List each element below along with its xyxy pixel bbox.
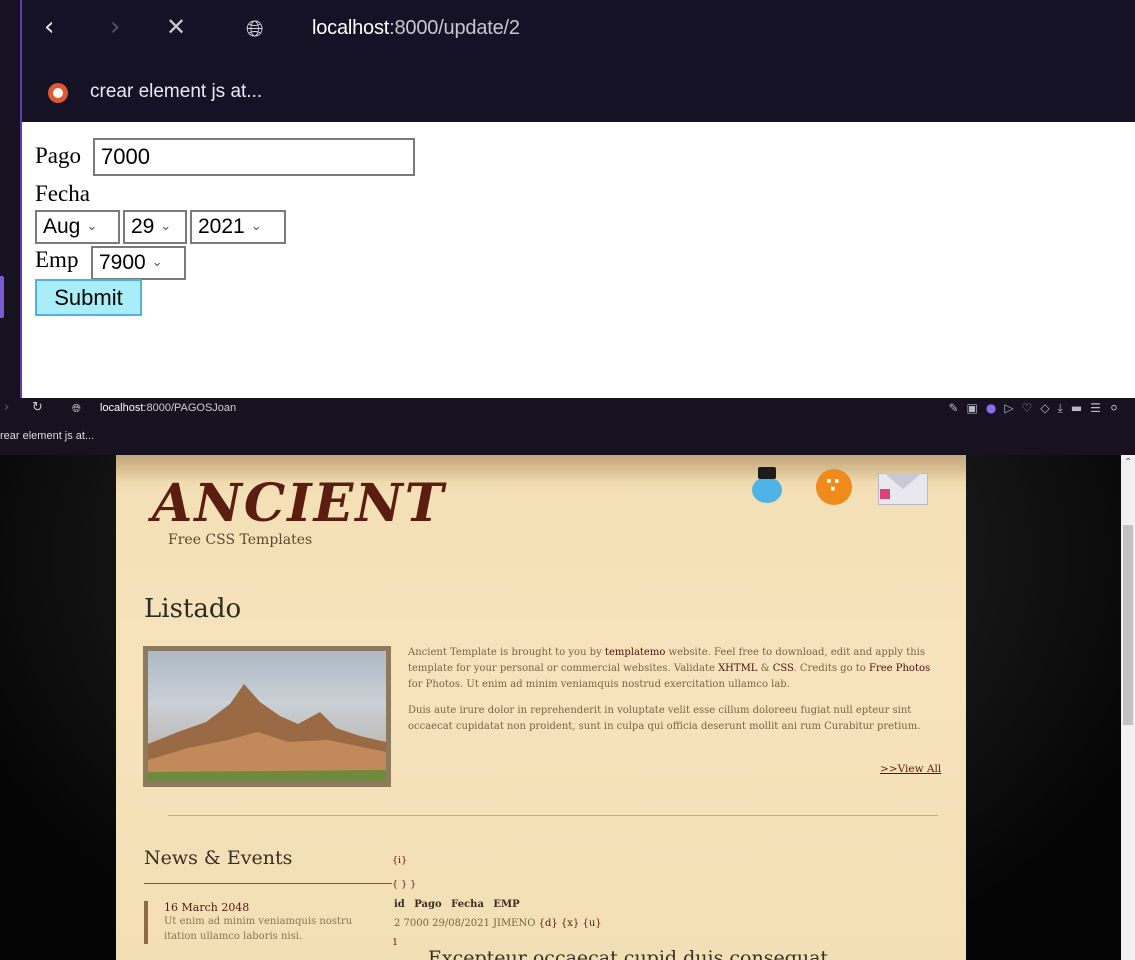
bookmarks-bar: rear element js at... (0, 420, 1135, 455)
url-path: :8000/update/2 (389, 17, 520, 39)
emp-value: 7900 (99, 251, 146, 274)
site-tagline: Free CSS Templates (168, 532, 313, 548)
news-text: Ut enim ad minim veniamquis nostru itati… (164, 916, 353, 942)
extension-icons[interactable]: ✎▣●▷♡◇⤓▬☰⚪ (948, 401, 1127, 416)
template-tag: {i} (392, 855, 408, 866)
top-browser-window: ‹ › ✕ 🌐︎ localhost:8000/update/2 crear e… (0, 0, 1135, 398)
column-header: Fecha (451, 899, 484, 910)
templatemo-link[interactable]: templatemo (605, 647, 665, 658)
pago-label: Pago (35, 143, 81, 168)
forward-icon[interactable]: › (110, 12, 120, 42)
address-bar[interactable]: localhost:8000/update/2 (312, 17, 520, 40)
column-header: id (394, 899, 405, 910)
template-braces: { } } (392, 879, 417, 890)
scroll-up-icon[interactable]: ⌃ (1124, 457, 1132, 468)
table-row: 2 7000 29/08/2021 JIMENO {d} {x} {u} (394, 918, 602, 929)
back-icon[interactable]: ‹ (44, 12, 54, 42)
intro-paragraph-2: Duis aute irure dolor in reprehenderit i… (408, 705, 921, 732)
duckduckgo-icon (48, 83, 68, 103)
day-value: 29 (131, 215, 155, 238)
vertical-scrollbar[interactable]: ⌃ (1121, 455, 1135, 960)
row-tags: {d} {x} {u} (538, 918, 602, 929)
forward-icon[interactable]: › (4, 400, 9, 415)
mountain-photo (143, 646, 391, 787)
month-value: Aug (43, 215, 81, 238)
intro-text: Ancient Template is brought to you by te… (408, 645, 938, 745)
pago-row: Pago (35, 142, 81, 170)
css-link[interactable]: CSS (773, 663, 794, 674)
day-select[interactable]: 29 ⌄ (123, 210, 187, 244)
address-bar[interactable]: localhost:8000/PAGOSJoan (100, 402, 236, 414)
url-path: :8000/PAGOSJoan (143, 402, 237, 414)
sidebar-strip (0, 0, 22, 398)
parchment-content: ANCIENT Free CSS Templates ∵ Listado Anc… (116, 455, 966, 960)
globe-icon: 🌐︎ (72, 402, 81, 415)
year-value: 2021 (198, 215, 245, 238)
close-icon[interactable]: ✕ (166, 12, 186, 42)
bookmark-item[interactable]: rear element js at... (0, 430, 94, 442)
mail-icon[interactable] (878, 467, 930, 505)
view-all-link[interactable]: >>View All (880, 763, 941, 775)
section-heading: Excepteur occaecat cupid duis consequat (428, 947, 829, 960)
xhtml-link[interactable]: XHTML (718, 663, 757, 674)
emp-label: Emp (35, 247, 79, 272)
bottom-browser-window: › ↻ 🌐︎ localhost:8000/PAGOSJoan ✎▣●▷♡◇⤓▬… (0, 398, 1135, 960)
intro-paragraph-1: Ancient Template is brought to you by te… (408, 647, 931, 690)
bookmark-item[interactable]: crear element js at... (90, 81, 262, 103)
row-values: 2 7000 29/08/2021 JIMENO (394, 918, 536, 929)
emp-row: Emp (35, 246, 78, 274)
fecha-row: Fecha (35, 180, 90, 208)
chevron-down-icon: ⌄ (250, 219, 262, 234)
submit-button[interactable]: Submit (35, 279, 142, 316)
news-heading: News & Events (144, 847, 293, 869)
month-select[interactable]: Aug ⌄ (35, 210, 120, 244)
page-title: Listado (144, 594, 242, 624)
column-header: EMP (493, 899, 520, 910)
emp-select[interactable]: 7900 ⌄ (91, 246, 186, 280)
scrollbar-thumb[interactable] (1123, 525, 1133, 725)
row-next: 1 (392, 937, 399, 948)
table-header: id Pago Fecha EMP (394, 899, 520, 910)
bookmarks-bar: crear element js at... (22, 62, 1135, 122)
pago-input[interactable]: 7000 (93, 138, 415, 176)
twitter-icon[interactable] (748, 467, 788, 505)
section-divider (168, 815, 938, 816)
page-viewport: ANCIENT Free CSS Templates ∵ Listado Anc… (0, 455, 1121, 960)
column-header: Pago (414, 899, 442, 910)
year-select[interactable]: 2021 ⌄ (190, 210, 286, 244)
fecha-label: Fecha (35, 181, 90, 206)
news-date[interactable]: 16 March 2048 (164, 901, 384, 914)
mountain-illustration (148, 684, 386, 782)
browser-toolbar: ‹ › ✕ 🌐︎ localhost:8000/update/2 (22, 0, 1135, 62)
rss-icon[interactable]: ∵ (816, 467, 856, 505)
reload-icon[interactable]: ↻ (32, 400, 43, 415)
browser-toolbar: › ↻ 🌐︎ localhost:8000/PAGOSJoan ✎▣●▷♡◇⤓▬… (0, 398, 1135, 420)
globe-icon: 🌐︎ (246, 17, 264, 42)
free-photos-link[interactable]: Free Photos (869, 663, 930, 674)
url-host: localhost (312, 17, 390, 39)
chevron-down-icon: ⌄ (160, 219, 172, 234)
chevron-down-icon: ⌄ (86, 219, 98, 234)
news-rule (144, 883, 392, 884)
site-logo[interactable]: ANCIENT (152, 473, 445, 534)
sidebar-active-marker (0, 276, 4, 318)
url-host: localhost (100, 402, 144, 414)
update-form: Pago 7000 Fecha Aug ⌄ 29 ⌄ 2021 ⌄ Emp 7900 ⌄… (22, 122, 1135, 398)
chevron-down-icon: ⌄ (151, 255, 163, 270)
news-item: 16 March 2048 Ut enim ad minim veniamqui… (144, 901, 384, 944)
